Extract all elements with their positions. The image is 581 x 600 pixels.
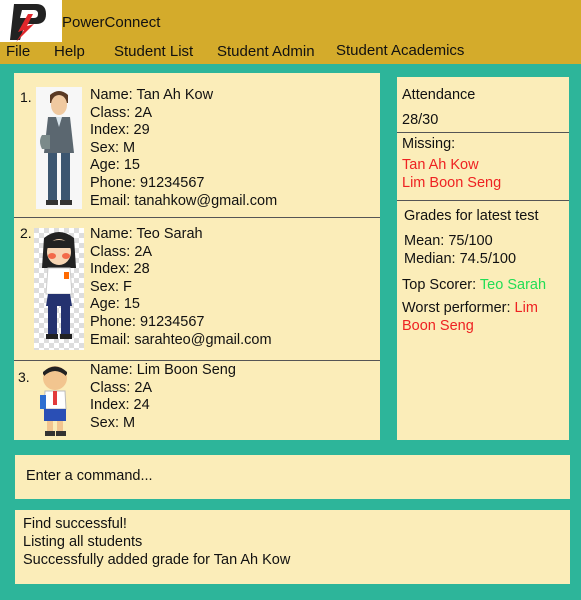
academics-stats-panel: Attendance 28/30 Missing: Tan Ah Kow Lim… [397,77,569,440]
student-card[interactable]: 1. Name: Tan Ah Kow Class: 2A Index: 29 … [14,73,380,217]
student-email: Email: tanahkow@gmail.com [90,192,278,209]
student-age: Age: 15 [90,296,140,313]
student-sex: Sex: F [90,278,132,295]
student-class: Class: 2A [90,379,153,396]
student-number: 3. [18,369,30,385]
missing-student: Lim Boon Seng [402,175,502,191]
top-scorer-label: Top Scorer: [402,277,480,293]
command-input[interactable]: Enter a command... [15,455,570,499]
command-placeholder: Enter a command... [26,468,153,484]
logo-icon [10,4,46,42]
stats-divider [397,200,569,201]
title-bar: PowerConnect File Help Student List Stud… [0,0,581,64]
student-name: Name: Lim Boon Seng [90,362,236,378]
student-name: Name: Teo Sarah [90,226,203,242]
worst-performer-name-cont: Boon Seng [402,318,474,334]
grade-mean: Mean: 75/100 [404,233,493,249]
student-sex: Sex: M [90,139,136,156]
worst-performer-label: Worst performer: [402,300,515,316]
grades-title: Grades for latest test [404,208,539,224]
app-logo [0,0,62,42]
student-phone: Phone: 91234567 [90,313,205,330]
student-class: Class: 2A [90,243,153,260]
result-line: Listing all students [23,534,143,550]
student-list-panel[interactable]: 1. Name: Tan Ah Kow Class: 2A Index: 29 … [14,73,380,440]
student-phone: Phone: 91234567 [90,174,205,191]
menu-file[interactable]: File [6,43,30,60]
grade-median: Median: 74.5/100 [404,251,517,267]
worst-performer-name: Lim [514,300,538,316]
menu-bar: File Help Student List Student Admin Stu… [0,40,581,64]
menu-student-academics[interactable]: Student Academics [336,42,464,59]
student-email: Email: sarahteo@gmail.com [90,331,272,348]
attendance-label: Attendance [402,87,476,103]
student-name: Name: Tan Ah Kow [90,87,214,103]
student-card[interactable]: 2. Name: Teo Sarah Class: 2A Index: 28 S… [14,218,380,360]
student-number: 2. [20,225,32,241]
student-number: 1. [20,89,32,105]
result-display: Find successful! Listing all students Su… [15,510,570,584]
student-age: Age: 15 [90,157,140,174]
student-class: Class: 2A [90,104,153,121]
result-line: Successfully added grade for Tan Ah Kow [23,552,291,568]
student-index: Index: 28 [90,261,150,278]
attendance-value: 28/30 [402,112,439,128]
missing-label: Missing: [402,136,456,152]
missing-student: Tan Ah Kow [402,157,479,173]
student-sex: Sex: M [90,414,136,431]
stats-divider [397,132,569,133]
worst-performer: Worst performer: Lim [402,300,538,316]
top-scorer-name: Teo Sarah [479,277,547,293]
student-avatar-boy [36,87,82,209]
student-index: Index: 29 [90,122,150,139]
student-info: Name: Lim Boon Seng Class: 2A Index: 24 … [90,362,236,432]
top-scorer: Top Scorer: Teo Sarah [402,277,546,293]
result-line: Find successful! [23,516,127,532]
student-avatar-girl [34,228,84,350]
menu-student-list[interactable]: Student List [114,43,193,60]
menu-student-admin[interactable]: Student Admin [217,43,315,60]
app-title: PowerConnect [62,14,161,31]
student-info: Name: Tan Ah Kow Class: 2A Index: 29 Sex… [90,87,277,210]
student-info: Name: Teo Sarah Class: 2A Index: 28 Sex:… [90,226,272,349]
menu-help[interactable]: Help [54,43,85,60]
student-avatar-kid [40,366,67,436]
student-index: Index: 24 [90,397,150,414]
student-card[interactable]: 3. Name: Lim Boon Seng Class: 2A Index: … [14,361,380,440]
